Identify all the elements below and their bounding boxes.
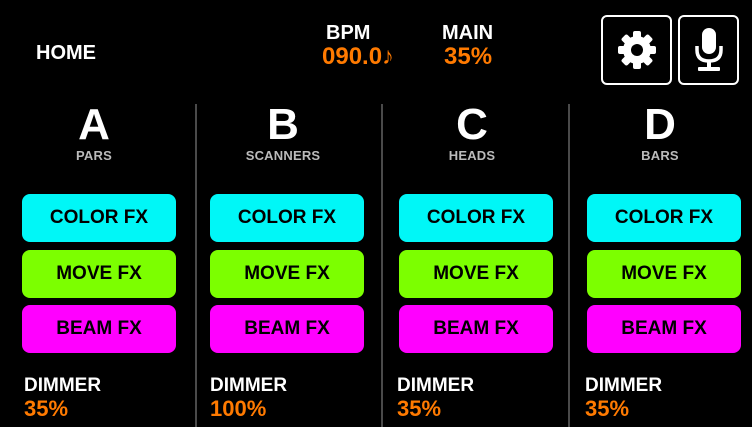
beam-fx-button[interactable]: BEAM FX <box>210 305 364 353</box>
microphone-button[interactable] <box>678 15 739 85</box>
move-fx-button[interactable]: MOVE FX <box>399 250 553 298</box>
dimmer-label: DIMMER <box>397 375 475 396</box>
group-b-column: B SCANNERS COLOR FX MOVE FX BEAM FX DIMM… <box>189 100 377 427</box>
group-c-column: C HEADS COLOR FX MOVE FX BEAM FX DIMMER … <box>378 100 566 427</box>
main-value[interactable]: 35% <box>442 44 493 70</box>
group-letter[interactable]: A <box>0 102 188 148</box>
group-name: HEADS <box>448 148 496 163</box>
dimmer-value[interactable]: 35% <box>397 396 441 422</box>
move-fx-button[interactable]: MOVE FX <box>22 250 176 298</box>
move-fx-button[interactable]: MOVE FX <box>210 250 364 298</box>
group-name: PARS <box>76 148 112 163</box>
top-bar: HOME BPM 090.0♪ MAIN 35% <box>0 0 752 95</box>
group-a-column: A PARS COLOR FX MOVE FX BEAM FX DIMMER 3… <box>0 100 188 427</box>
bpm-value[interactable]: 090.0♪ <box>322 44 394 70</box>
dimmer-value[interactable]: 100% <box>210 396 266 422</box>
bpm-label: BPM <box>326 22 371 44</box>
group-name: SCANNERS <box>245 148 321 163</box>
bpm-display[interactable]: BPM 090.0♪ <box>322 22 394 70</box>
microphone-icon <box>694 28 723 71</box>
beam-fx-button[interactable]: BEAM FX <box>587 305 741 353</box>
dimmer-value[interactable]: 35% <box>585 396 629 422</box>
group-name: BARS <box>641 148 679 163</box>
group-d-column: D BARS COLOR FX MOVE FX BEAM FX DIMMER 3… <box>566 100 752 427</box>
gear-icon <box>617 31 656 69</box>
settings-button[interactable] <box>601 15 672 85</box>
group-letter[interactable]: B <box>189 102 377 148</box>
dimmer-value[interactable]: 35% <box>24 396 68 422</box>
color-fx-button[interactable]: COLOR FX <box>399 194 553 242</box>
dimmer-label: DIMMER <box>24 375 102 396</box>
beam-fx-button[interactable]: BEAM FX <box>22 305 176 353</box>
home-button[interactable]: HOME <box>36 42 96 65</box>
main-label: MAIN <box>442 22 494 44</box>
dimmer-label: DIMMER <box>210 375 288 396</box>
group-letter[interactable]: D <box>566 102 752 148</box>
color-fx-button[interactable]: COLOR FX <box>22 194 176 242</box>
color-fx-button[interactable]: COLOR FX <box>587 194 741 242</box>
group-letter[interactable]: C <box>378 102 566 148</box>
beam-fx-button[interactable]: BEAM FX <box>399 305 553 353</box>
color-fx-button[interactable]: COLOR FX <box>210 194 364 242</box>
main-level-display[interactable]: MAIN 35% <box>442 22 493 70</box>
move-fx-button[interactable]: MOVE FX <box>587 250 741 298</box>
dimmer-label: DIMMER <box>585 375 663 396</box>
